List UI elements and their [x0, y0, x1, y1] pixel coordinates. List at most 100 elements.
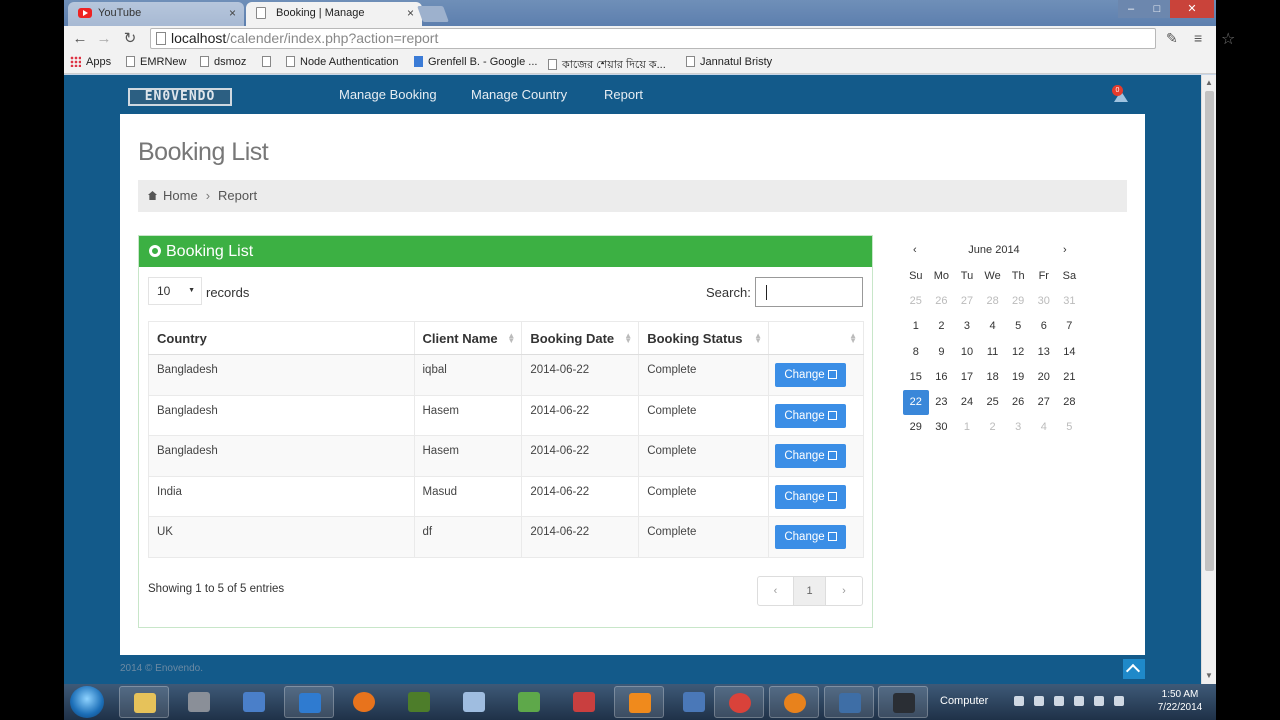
taskbar-explorer[interactable] [119, 686, 169, 718]
records-per-page-select[interactable]: 10 ▼ [148, 277, 202, 305]
calendar-day[interactable]: 23 [929, 390, 955, 415]
calendar-day[interactable]: 28 [1057, 390, 1083, 415]
column-header-country[interactable]: Country [148, 321, 415, 355]
calendar-day[interactable]: 14 [1057, 340, 1083, 365]
calendar-day[interactable]: 25 [980, 390, 1006, 415]
calendar-day[interactable]: 4 [980, 314, 1006, 339]
calendar-day[interactable]: 8 [903, 340, 929, 365]
calendar-month[interactable]: June 2014 [899, 244, 1089, 256]
bookmark-dsmoz[interactable]: dsmoz [200, 56, 246, 68]
bookmark-apps[interactable]: Apps [70, 56, 111, 68]
calendar-day[interactable]: 20 [1031, 365, 1057, 390]
network-tray-icon[interactable] [1074, 696, 1084, 706]
start-button[interactable] [70, 686, 104, 718]
bookmark-node-auth[interactable]: Node Authentication [286, 56, 398, 68]
calendar-day[interactable]: 27 [1031, 390, 1057, 415]
taskbar-terminal[interactable] [878, 686, 928, 718]
close-tab-icon[interactable]: × [229, 2, 236, 24]
back-icon[interactable]: ← [70, 29, 90, 49]
change-button[interactable]: Change [775, 403, 847, 428]
calendar-day[interactable]: 21 [1057, 365, 1083, 390]
change-button[interactable]: Change [775, 484, 847, 509]
bookmark-bangla[interactable]: কাজের শেয়ার দিয়ে ক... [548, 56, 666, 75]
tray-arrow-icon[interactable] [1014, 696, 1024, 706]
column-header-booking-date[interactable]: Booking Date ▲ ▼ [521, 321, 640, 355]
scroll-down-icon[interactable]: ▼ [1205, 671, 1213, 680]
calendar-day[interactable]: 28 [980, 289, 1006, 314]
calendar-day[interactable]: 3 [1005, 415, 1031, 440]
tray-computer-label[interactable]: Computer [940, 695, 988, 707]
bookmark-blank[interactable] [262, 56, 276, 68]
calendar-day[interactable]: 5 [1057, 415, 1083, 440]
nav-manage-country[interactable]: Manage Country [471, 87, 567, 102]
extension-icon[interactable]: ✎ [1166, 30, 1178, 47]
close-window-button[interactable]: ✕ [1170, 0, 1214, 18]
calendar-day[interactable]: 29 [1005, 289, 1031, 314]
calendar-day[interactable]: 22 [903, 389, 929, 416]
taskbar-filezilla[interactable] [669, 686, 719, 718]
calendar-day[interactable]: 2 [980, 415, 1006, 440]
taskbar-firefox[interactable] [339, 686, 389, 718]
calendar-day[interactable]: 4 [1031, 415, 1057, 440]
calendar-next[interactable]: › [1063, 244, 1067, 256]
calendar-day[interactable]: 15 [903, 365, 929, 390]
calendar-day[interactable]: 3 [954, 314, 980, 339]
column-header-booking-status[interactable]: Booking Status ▲ ▼ [638, 321, 770, 355]
bookmark-jannatul[interactable]: Jannatul Bristy [686, 56, 772, 68]
calendar-day[interactable]: 29 [903, 415, 929, 440]
calendar-day[interactable]: 17 [954, 365, 980, 390]
bookmark-grenfell[interactable]: Grenfell B. - Google ... [414, 56, 537, 68]
taskbar-network[interactable] [559, 686, 609, 718]
reload-icon[interactable]: ↻ [120, 29, 140, 49]
search-input[interactable] [755, 277, 863, 307]
calendar-day[interactable]: 11 [980, 340, 1006, 365]
breadcrumb-home[interactable]: Home [163, 188, 198, 203]
calendar-day[interactable]: 16 [929, 365, 955, 390]
calendar-day[interactable]: 26 [929, 289, 955, 314]
taskbar-chrome[interactable] [714, 686, 764, 718]
minimize-button[interactable]: – [1118, 0, 1144, 18]
taskbar-outlook[interactable] [284, 686, 334, 718]
calendar-day[interactable]: 27 [954, 289, 980, 314]
tab-booking[interactable]: Booking | Manage × [246, 2, 422, 26]
bookmark-star-icon[interactable]: ☆ [1221, 30, 1235, 49]
shield-icon[interactable] [1114, 696, 1124, 706]
calendar-day[interactable]: 5 [1005, 314, 1031, 339]
flag-icon[interactable] [1054, 696, 1064, 706]
pagination-next[interactable]: › [826, 577, 862, 605]
nav-manage-booking[interactable]: Manage Booking [339, 87, 437, 102]
calendar-day[interactable]: 2 [929, 314, 955, 339]
taskbar-virtualbox[interactable] [449, 686, 499, 718]
calendar-day[interactable]: 31 [1057, 289, 1083, 314]
calendar-day[interactable]: 13 [1031, 340, 1057, 365]
menu-icon[interactable]: ≡ [1194, 30, 1202, 46]
scroll-up-icon[interactable]: ▲ [1205, 78, 1213, 87]
change-button[interactable]: Change [775, 363, 847, 387]
calendar-day[interactable]: 1 [903, 314, 929, 339]
new-tab-button[interactable] [417, 6, 449, 22]
vertical-scrollbar[interactable]: ▲ ▼ [1201, 75, 1216, 684]
nav-report[interactable]: Report [604, 87, 643, 102]
change-button[interactable]: Change [775, 444, 847, 468]
maximize-button[interactable]: □ [1144, 0, 1170, 18]
taskbar-editor[interactable] [504, 686, 554, 718]
calendar-day[interactable]: 10 [954, 340, 980, 365]
taskbar-dreamweaver[interactable] [394, 686, 444, 718]
pagination-prev[interactable]: ‹ [758, 577, 794, 605]
close-tab-icon[interactable]: × [407, 2, 414, 24]
calendar-day[interactable]: 19 [1005, 365, 1031, 390]
calendar-day[interactable]: 9 [929, 340, 955, 365]
calendar-day[interactable]: 12 [1005, 340, 1031, 365]
calendar-day[interactable]: 25 [903, 289, 929, 314]
calendar-day[interactable]: 1 [954, 415, 980, 440]
calendar-day[interactable]: 26 [1005, 390, 1031, 415]
volume-icon[interactable] [1034, 696, 1044, 706]
taskbar-vlc[interactable] [614, 686, 664, 718]
column-header-client-name[interactable]: Client Name ▲ ▼ [413, 321, 523, 355]
address-bar[interactable]: localhost/calender/index.php?action=repo… [150, 28, 1235, 49]
taskbar-app-blue[interactable] [824, 686, 874, 718]
calendar-day[interactable]: 7 [1057, 314, 1083, 339]
taskbar-wifi-app[interactable] [769, 686, 819, 718]
calendar-day[interactable]: 24 [954, 390, 980, 415]
pagination-page[interactable]: 1 [794, 577, 826, 605]
